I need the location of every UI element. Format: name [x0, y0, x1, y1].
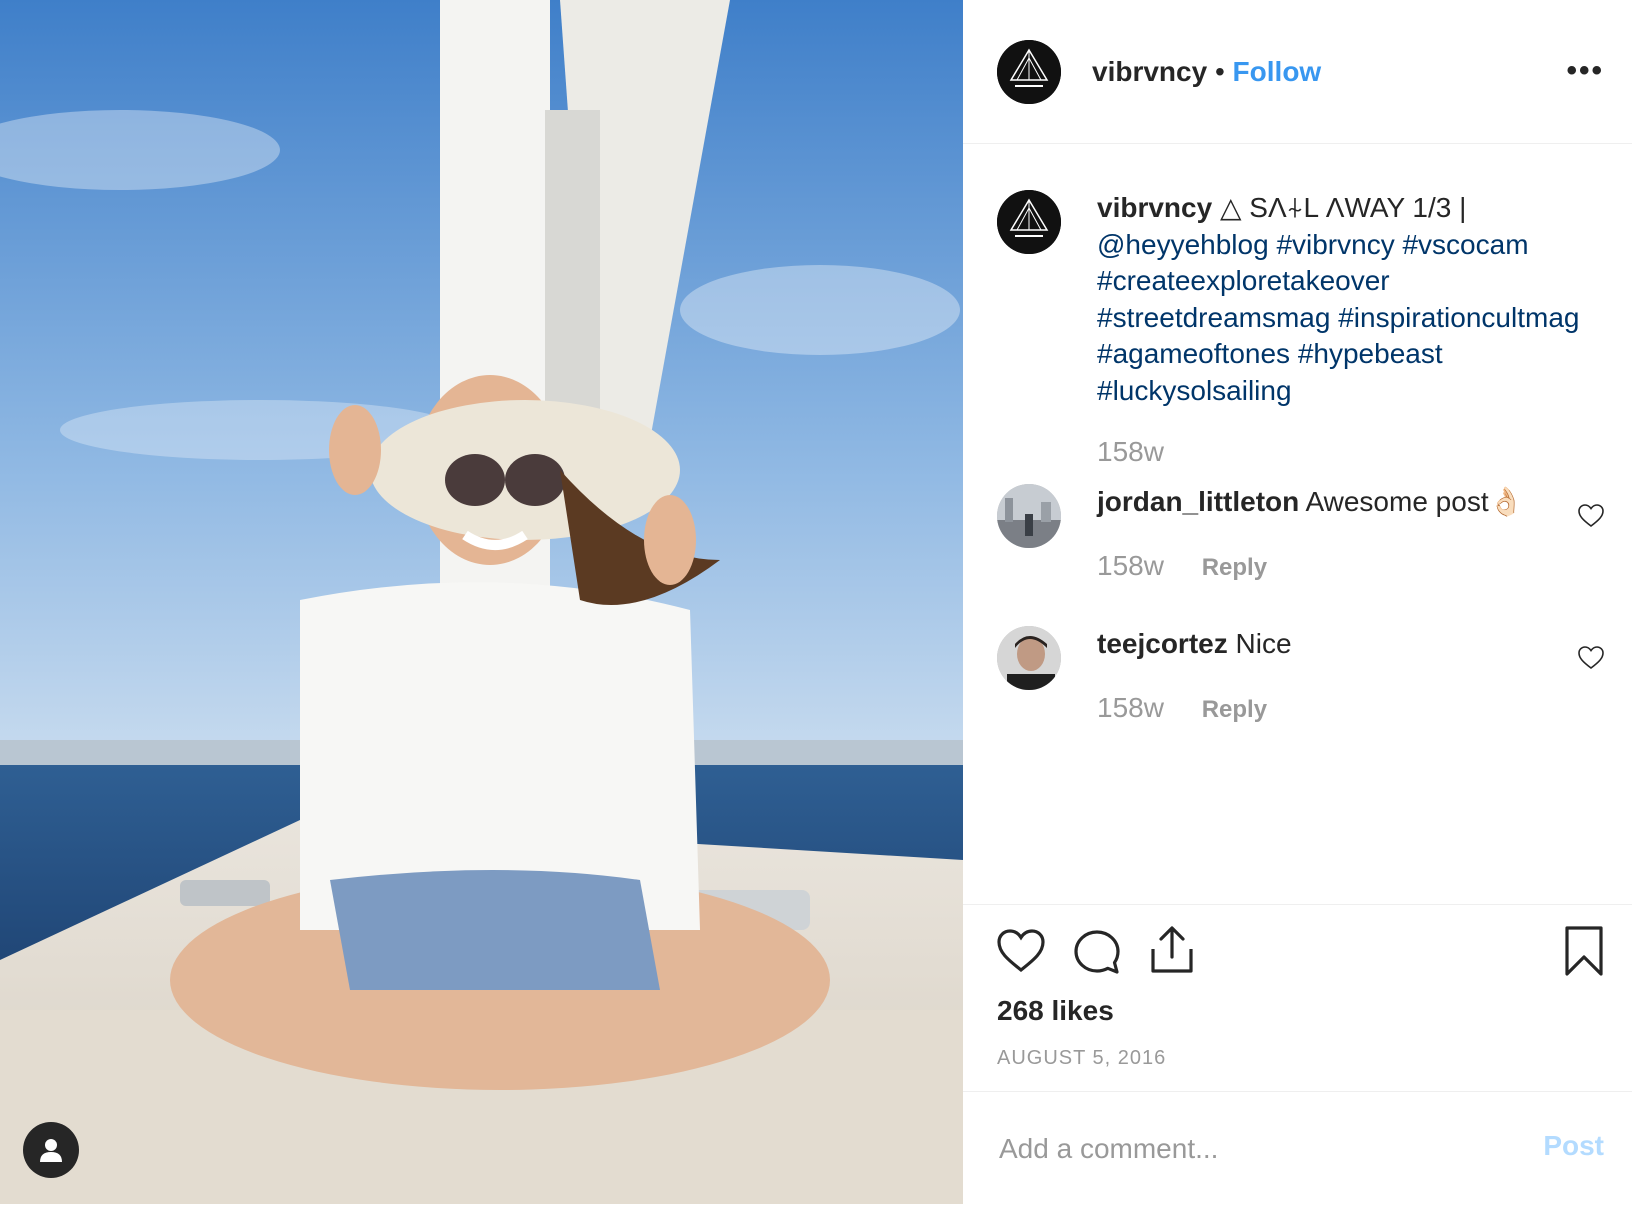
comment-icon[interactable] — [1073, 929, 1121, 975]
bookmark-icon[interactable] — [1564, 925, 1604, 977]
comment-author[interactable]: teejcortez — [1097, 628, 1228, 659]
small-heart-icon[interactable] — [1578, 646, 1604, 670]
comment-author[interactable]: jordan_littleton — [1097, 486, 1299, 517]
caption-tag[interactable]: @heyyehblog — [1097, 229, 1269, 260]
comment-meta: 158w Reply — [1097, 548, 1267, 586]
comments-section: vibrvncy △ SΛ⍭L ΛWAY 1/3 | @heyyehblog #… — [963, 0, 1632, 760]
post-side-panel: vibrvncy • Follow ••• vibrvncy △ SΛ⍭L ΛW… — [963, 0, 1632, 1204]
reply-button[interactable]: Reply — [1202, 554, 1267, 581]
post-date[interactable]: AUGUST 5, 2016 — [997, 1047, 1166, 1070]
comment-text-line: jordan_littleton Awesome post👌🏻 — [1097, 484, 1523, 520]
comment-meta: 158w Reply — [1097, 690, 1267, 728]
post-caption: vibrvncy △ SΛ⍭L ΛWAY 1/3 | @heyyehblog #… — [1097, 190, 1617, 409]
user-tag-icon — [40, 1139, 62, 1162]
caption-tag[interactable]: #streetdreamsmag — [1097, 302, 1330, 333]
caption-tag[interactable]: #inspirationcultmag — [1338, 302, 1579, 333]
caption-text: △ SΛ⍭L ΛWAY 1/3 | — [1219, 192, 1467, 223]
caption-tag[interactable]: #createexploretakeover — [1097, 265, 1390, 296]
comment-timestamp[interactable]: 158w — [1097, 550, 1164, 581]
caption-tag[interactable]: #vibrvncy — [1276, 229, 1394, 260]
avatar-photo — [997, 626, 1061, 690]
photo-illustration — [0, 0, 963, 1204]
caption-author-avatar[interactable] — [997, 190, 1061, 254]
user-tag-button[interactable] — [23, 1122, 79, 1178]
commenter-avatar[interactable] — [997, 626, 1061, 690]
avatar-photo — [997, 484, 1061, 548]
heart-icon[interactable] — [997, 929, 1045, 973]
vibrvncy-logo-icon — [997, 190, 1061, 254]
add-comment-bar: Post — [963, 1091, 1632, 1205]
comment-text: Nice — [1235, 628, 1292, 659]
caption-tag[interactable]: #hypebeast — [1298, 338, 1443, 369]
share-icon[interactable] — [1149, 925, 1195, 975]
comment-text-line: teejcortez Nice — [1097, 626, 1292, 662]
post-photo[interactable] — [0, 0, 963, 1204]
post-actions: 268 likes AUGUST 5, 2016 — [963, 904, 1632, 1091]
post-comment-button[interactable]: Post — [1543, 1130, 1604, 1162]
reply-button[interactable]: Reply — [1202, 696, 1267, 723]
caption-author[interactable]: vibrvncy — [1097, 192, 1212, 223]
comment-input[interactable] — [997, 1126, 1481, 1172]
small-heart-icon[interactable] — [1578, 504, 1604, 528]
comment-text: Awesome post👌🏻 — [1305, 486, 1524, 517]
caption-tag[interactable]: #luckysolsailing — [1097, 375, 1292, 406]
caption-tag[interactable]: #agameoftones — [1097, 338, 1290, 369]
comment-timestamp[interactable]: 158w — [1097, 692, 1164, 723]
commenter-avatar[interactable] — [997, 484, 1061, 548]
likes-count[interactable]: 268 likes — [997, 993, 1114, 1029]
caption-tag[interactable]: #vscocam — [1402, 229, 1528, 260]
caption-timestamp[interactable]: 158w — [1097, 436, 1164, 468]
